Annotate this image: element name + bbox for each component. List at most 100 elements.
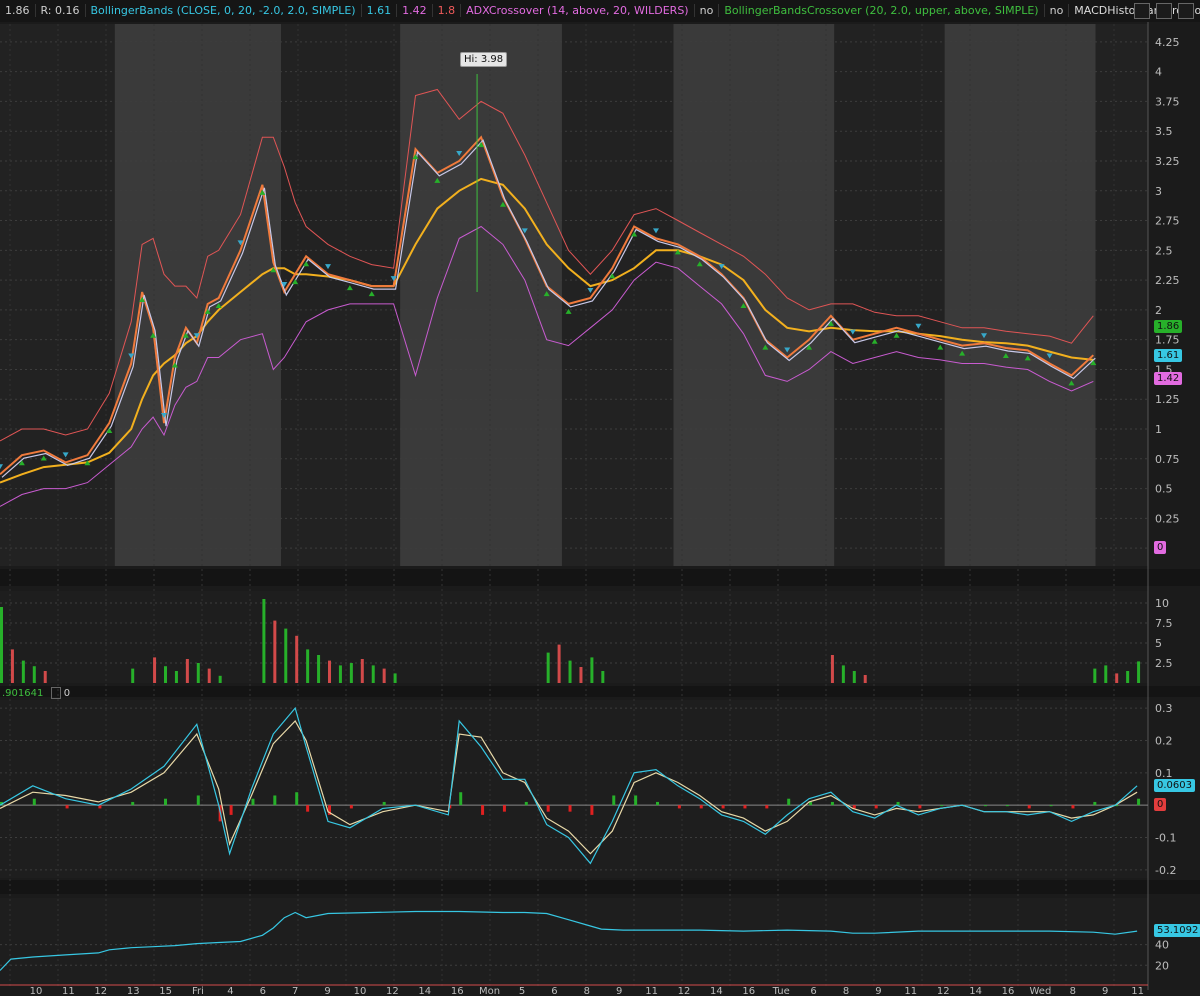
- x-tick-2: 12: [94, 986, 107, 996]
- volume-bar-39: [1126, 671, 1130, 683]
- macd-hist-bar-26: [634, 795, 638, 806]
- price-ytick-2: 0.5: [1155, 483, 1173, 496]
- chart-workspace[interactable]: 1.86 R: 0.16 BollingerBands (CLOSE, 0, 20,…: [0, 0, 1200, 996]
- x-tick-1: 11: [62, 986, 75, 996]
- macd-hist-bar-18: [459, 792, 463, 806]
- x-tick-21: 14: [710, 986, 723, 996]
- macd-hist-bar-33: [787, 798, 791, 806]
- volume-bar-33: [841, 665, 845, 683]
- price-tag-3: 0: [1154, 541, 1167, 555]
- x-tick-32: 8: [1070, 986, 1076, 996]
- volume-bar-12: [218, 675, 222, 683]
- x-tick-15: 5: [519, 986, 525, 996]
- x-tick-11: 12: [386, 986, 399, 996]
- macd-hist-bar-44: [1027, 805, 1031, 809]
- price-session-shade-0: [0, 24, 115, 566]
- x-tick-5: Fri: [192, 986, 204, 996]
- x-tick-20: 12: [678, 986, 691, 996]
- price-ytick-17: 4.25: [1155, 36, 1180, 49]
- price-ytick-4: 1: [1155, 423, 1162, 436]
- volume-bar-21: [349, 663, 353, 683]
- macd-hist-bar-27: [656, 801, 659, 806]
- macd-hist-bar-43: [1005, 805, 1009, 807]
- macd-hist-bar-11: [295, 792, 299, 806]
- volume-bar-24: [382, 668, 386, 683]
- volume-bar-34: [852, 671, 856, 683]
- x-tick-31: Wed: [1029, 986, 1051, 996]
- volume-bar-7: [164, 666, 167, 683]
- macd-hist-bar-19: [481, 805, 485, 815]
- macd-hist-bar-15: [382, 801, 386, 806]
- macd-hist-bar-9: [251, 798, 255, 806]
- volume-bar-6: [153, 657, 157, 683]
- volume-bar-37: [1104, 665, 1108, 683]
- x-tick-16: 6: [551, 986, 557, 996]
- volume-bar-17: [306, 649, 310, 683]
- pane-separator-2: [0, 880, 1200, 894]
- volume-bar-30: [590, 657, 594, 683]
- macd-ytick-4: 0.3: [1155, 702, 1173, 715]
- x-tick-13: 16: [451, 986, 464, 996]
- volume-bar-26: [546, 652, 550, 683]
- volume-bar-10: [196, 663, 200, 683]
- volume-bar-4: [43, 671, 47, 683]
- adx-ytick-0: 20: [1155, 959, 1169, 972]
- macd-hist-bar-29: [699, 805, 703, 809]
- macd-hist-bar-40: [940, 805, 944, 807]
- price-ytick-1: 0.25: [1155, 512, 1180, 525]
- macd-hist-bar-31: [743, 805, 747, 809]
- price-ytick-7: 1.75: [1155, 334, 1180, 347]
- volume-bar-19: [328, 660, 331, 683]
- macd-ytick-3: 0.2: [1155, 734, 1173, 747]
- x-tick-34: 11: [1131, 986, 1144, 996]
- macd-hist-bar-21: [524, 801, 528, 806]
- macd-hist-bar-12: [306, 805, 310, 812]
- macd-tag-1: 0: [1154, 798, 1167, 812]
- volume-bar-25: [393, 673, 397, 683]
- macd-hist-bar-10: [273, 795, 277, 806]
- volume-bar-32: [830, 655, 834, 683]
- x-tick-12: 14: [418, 986, 431, 996]
- macd-hist-bar-37: [874, 805, 878, 809]
- volume-bar-16: [295, 635, 299, 683]
- macd-tag-0: 0.0603: [1154, 778, 1195, 792]
- x-tick-6: 4: [227, 986, 233, 996]
- price-ytick-14: 3.5: [1155, 125, 1173, 138]
- x-tick-33: 9: [1102, 986, 1108, 996]
- adx-ytick-1: 40: [1155, 939, 1169, 952]
- macd-hist-bar-30: [721, 805, 725, 809]
- macd-ytick-0: -0.2: [1155, 864, 1176, 877]
- volume-bar-11: [207, 668, 211, 683]
- macd-hist-bar-1: [32, 798, 36, 806]
- x-tick-17: 8: [584, 986, 590, 996]
- x-tick-29: 14: [969, 986, 982, 996]
- price-session-shade-1: [280, 24, 401, 566]
- macd-hist-bar-6: [196, 795, 200, 806]
- price-ytick-15: 3.75: [1155, 95, 1180, 108]
- macd-label-zero: 0: [63, 688, 71, 699]
- chart-canvas[interactable]: 00.250.50.7511.251.51.7522.252.52.7533.2…: [0, 0, 1200, 996]
- price-ytick-9: 2.25: [1155, 274, 1180, 287]
- volume-bar-15: [284, 628, 288, 683]
- x-tick-24: 6: [810, 986, 816, 996]
- volume-bar-18: [317, 655, 321, 683]
- price-ytick-8: 2: [1155, 304, 1162, 317]
- macd-ytick-1: -0.1: [1155, 832, 1176, 845]
- macd-hist-bar-23: [568, 805, 572, 812]
- macd-hist-bar-49: [1137, 798, 1141, 806]
- price-ytick-13: 3.25: [1155, 155, 1180, 168]
- macd-label-box: [50, 687, 61, 699]
- volume-bar-14: [273, 620, 277, 683]
- price-session-shade-2: [561, 24, 674, 566]
- macd-ytick-2: 0.1: [1155, 767, 1173, 780]
- x-tick-19: 11: [645, 986, 658, 996]
- macd-hist-bar-28: [677, 805, 681, 809]
- macd-hist-bar-24: [590, 805, 594, 815]
- volume-bar-8: [174, 671, 178, 683]
- x-tick-26: 9: [875, 986, 881, 996]
- macd-hist-bar-47: [1093, 801, 1097, 806]
- x-tick-7: 6: [260, 986, 266, 996]
- x-tick-10: 10: [354, 986, 367, 996]
- x-tick-4: 15: [159, 986, 172, 996]
- macd-hist-bar-3: [98, 805, 102, 809]
